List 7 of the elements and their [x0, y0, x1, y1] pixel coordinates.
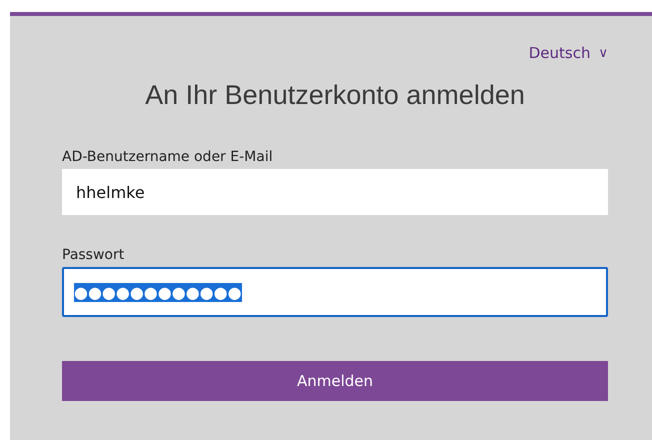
field-label: AD-Benutzername oder E-Mail	[62, 149, 274, 165]
input-field[interactable]: ●●●●●●●●●●●●	[62, 267, 608, 317]
language-selector[interactable]: Deutsch ∨	[528, 44, 608, 62]
input-field[interactable]: hhelmke	[62, 169, 608, 215]
field-label: Passwort	[62, 247, 126, 263]
page-title: An Ihr Benutzerkonto anmelden	[144, 80, 526, 111]
login-button[interactable]: Anmelden	[62, 361, 608, 401]
